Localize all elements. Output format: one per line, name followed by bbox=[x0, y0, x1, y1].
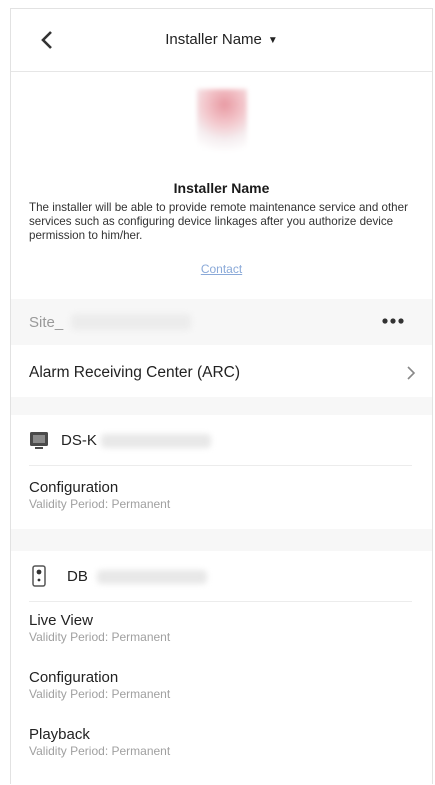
chevron-right-icon bbox=[407, 366, 416, 380]
device-id-redacted bbox=[101, 434, 211, 448]
section-gap bbox=[11, 529, 432, 551]
site-row: Site_ bbox=[11, 299, 432, 345]
permission-item: Playback Validity Period: Permanent bbox=[29, 726, 409, 759]
validity-period: Validity Period: Permanent bbox=[29, 497, 171, 511]
device-row: DB bbox=[11, 551, 432, 601]
device-row: DS-K bbox=[11, 415, 432, 465]
divider bbox=[29, 465, 412, 466]
permission-item: Live View Validity Period: Permanent bbox=[29, 612, 409, 645]
screen-frame: Installer Name ▼ Installer Name The insta… bbox=[10, 8, 433, 784]
installer-description: The installer will be able to provide re… bbox=[29, 201, 408, 242]
installer-selector[interactable]: Installer Name ▼ bbox=[11, 31, 432, 48]
site-name-redacted bbox=[71, 314, 191, 330]
validity-period: Validity Period: Permanent bbox=[29, 744, 171, 758]
section-gap bbox=[11, 397, 432, 415]
divider bbox=[29, 601, 412, 602]
permission-title: Live View bbox=[29, 612, 93, 629]
monitor-icon bbox=[30, 432, 48, 449]
arc-label: Alarm Receiving Center (ARC) bbox=[29, 364, 241, 381]
arc-row[interactable]: Alarm Receiving Center (ARC) bbox=[11, 345, 432, 397]
permission-item: Configuration Validity Period: Permanent bbox=[29, 669, 409, 702]
site-label: Site_ bbox=[29, 314, 64, 331]
device-id-redacted bbox=[97, 570, 207, 584]
contact-link[interactable]: Contact bbox=[11, 262, 432, 276]
installer-avatar bbox=[197, 89, 247, 151]
permission-title: Configuration bbox=[29, 479, 119, 496]
installer-name: Installer Name bbox=[173, 180, 270, 196]
validity-period: Validity Period: Permanent bbox=[29, 687, 171, 701]
permission-item: Configuration Validity Period: Permanent bbox=[29, 479, 409, 512]
device-name: DB bbox=[67, 568, 88, 585]
permission-title: Playback bbox=[29, 726, 90, 743]
nav-header: Installer Name ▼ bbox=[11, 9, 432, 72]
caret-down-icon: ▼ bbox=[267, 35, 278, 46]
more-options-icon[interactable] bbox=[380, 315, 408, 327]
validity-period: Validity Period: Permanent bbox=[29, 630, 171, 644]
device-name: DS-K bbox=[61, 432, 97, 449]
header-title: Installer Name bbox=[165, 31, 262, 48]
doorbell-icon bbox=[32, 565, 46, 587]
permission-title: Configuration bbox=[29, 669, 119, 686]
